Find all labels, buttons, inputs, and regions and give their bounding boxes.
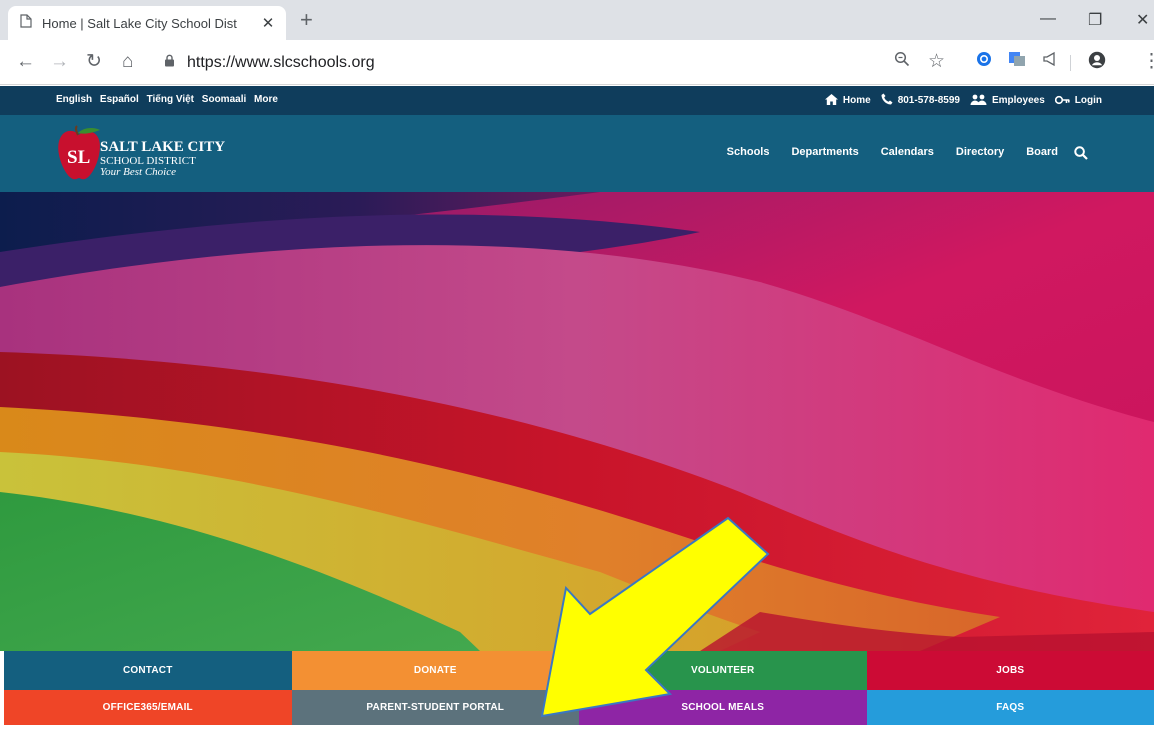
key-icon — [1054, 94, 1070, 108]
search-icon[interactable] — [1074, 146, 1088, 165]
new-tab-button[interactable]: + — [300, 9, 313, 31]
minimize-button[interactable]: — — [1040, 10, 1056, 28]
home-icon[interactable]: ⌂ — [122, 51, 133, 73]
toolbar-divider — [1070, 55, 1071, 71]
phone-number: 801-578-8599 — [897, 95, 960, 106]
parent-student-portal-button[interactable]: PARENT-STUDENT PORTAL — [291, 690, 579, 725]
home-link[interactable]: Home — [824, 93, 871, 108]
svg-text:SL: SL — [67, 147, 90, 168]
colorful-paper-image — [0, 192, 1154, 651]
browser-tab[interactable]: Home | Salt Lake City School Dist ✕ — [8, 6, 286, 40]
login-link[interactable]: Login — [1054, 94, 1102, 108]
browser-window: Home | Salt Lake City School Dist ✕ + — … — [0, 0, 1154, 740]
users-icon — [970, 94, 987, 108]
language-somali[interactable]: Soomaali — [202, 94, 246, 105]
browser-toolbar: ← → ↻ ⌂ https://www.slcschools.org ☆ ⋮ — [0, 40, 1154, 85]
nav-directory[interactable]: Directory — [956, 146, 1004, 158]
language-more[interactable]: More — [254, 94, 278, 105]
volunteer-button[interactable]: VOLUNTEER — [579, 651, 867, 690]
language-vietnamese[interactable]: Tiếng Việt — [147, 94, 194, 105]
nav-board[interactable]: Board — [1026, 146, 1058, 158]
employees-link[interactable]: Employees — [970, 94, 1045, 108]
logo-tagline: Your Best Choice — [100, 166, 176, 179]
tab-close-icon[interactable]: ✕ — [260, 14, 276, 32]
office365-email-button[interactable]: OFFICE365/EMAIL — [4, 690, 292, 725]
employees-label: Employees — [991, 95, 1045, 106]
forward-icon[interactable]: → — [50, 51, 69, 73]
close-window-button[interactable]: ✕ — [1136, 10, 1149, 30]
tab-title: Home | Salt Lake City School Dist — [42, 15, 237, 31]
nav-schools[interactable]: Schools — [727, 146, 770, 158]
district-logo[interactable]: SL SALT LAKE CITY SCHOOL DISTRICT Your B… — [56, 123, 256, 187]
hero-image — [0, 192, 1154, 651]
language-espanol[interactable]: Español — [100, 94, 139, 105]
school-meals-button[interactable]: SCHOOL MEALS — [579, 690, 867, 725]
zoom-icon[interactable] — [894, 51, 910, 73]
phone-icon — [881, 93, 893, 108]
home-link-label: Home — [842, 95, 871, 106]
lock-icon — [164, 54, 175, 72]
page-icon — [20, 13, 32, 33]
star-icon[interactable]: ☆ — [928, 51, 945, 73]
translate-extension-icon[interactable] — [1008, 51, 1026, 73]
quick-links-row-1: CONTACT DONATE VOLUNTEER JOBS — [4, 651, 1154, 690]
menu-icon[interactable]: ⋮ — [1142, 51, 1154, 73]
faqs-button[interactable]: FAQS — [866, 690, 1154, 725]
logo-line1: SALT LAKE CITY — [100, 139, 226, 155]
nav-departments[interactable]: Departments — [791, 146, 858, 158]
back-icon[interactable]: ← — [16, 51, 35, 73]
jobs-button[interactable]: JOBS — [866, 651, 1154, 690]
megaphone-icon[interactable] — [1042, 51, 1059, 73]
contact-button[interactable]: CONTACT — [4, 651, 292, 690]
language-selector: English Español Tiếng Việt Soomaali More — [56, 94, 283, 105]
phone-link[interactable]: 801-578-8599 — [881, 93, 960, 108]
utility-bar: English Español Tiếng Việt Soomaali More… — [0, 86, 1154, 115]
restore-button[interactable]: ❐ — [1088, 10, 1102, 30]
main-navigation: SL SALT LAKE CITY SCHOOL DISTRICT Your B… — [0, 115, 1154, 192]
address-bar[interactable]: https://www.slcschools.org — [164, 46, 960, 79]
reload-icon[interactable]: ↻ — [86, 51, 102, 73]
utility-links: Home 801-578-8599 Employees Login — [815, 93, 1102, 108]
login-label: Login — [1074, 95, 1102, 106]
quick-links: CONTACT DONATE VOLUNTEER JOBS OFFICE365/… — [4, 651, 1154, 725]
extension-g-icon[interactable] — [976, 51, 992, 73]
profile-icon[interactable] — [1088, 51, 1106, 75]
language-english[interactable]: English — [56, 94, 92, 105]
url-text: https://www.slcschools.org — [187, 53, 375, 71]
quick-links-row-2: OFFICE365/EMAIL PARENT-STUDENT PORTAL SC… — [4, 690, 1154, 725]
house-icon — [824, 93, 838, 108]
donate-button[interactable]: DONATE — [291, 651, 579, 690]
nav-links: Schools Departments Calendars Directory … — [705, 146, 1058, 158]
apple-logo-icon: SL — [58, 125, 100, 180]
logo-text: SALT LAKE CITY SCHOOL DISTRICT Your Best… — [100, 139, 226, 179]
nav-calendars[interactable]: Calendars — [881, 146, 934, 158]
tab-strip: Home | Salt Lake City School Dist ✕ + — … — [0, 0, 1154, 40]
